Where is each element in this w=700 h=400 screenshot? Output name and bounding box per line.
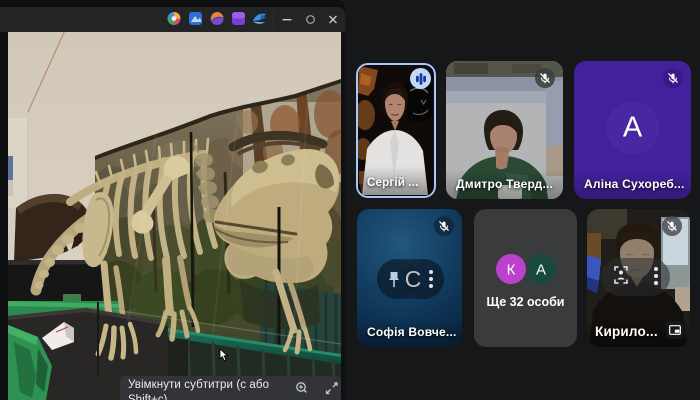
svg-text:А: А <box>536 262 546 279</box>
svg-text:К: К <box>507 262 516 279</box>
svg-text:С: С <box>405 266 422 292</box>
